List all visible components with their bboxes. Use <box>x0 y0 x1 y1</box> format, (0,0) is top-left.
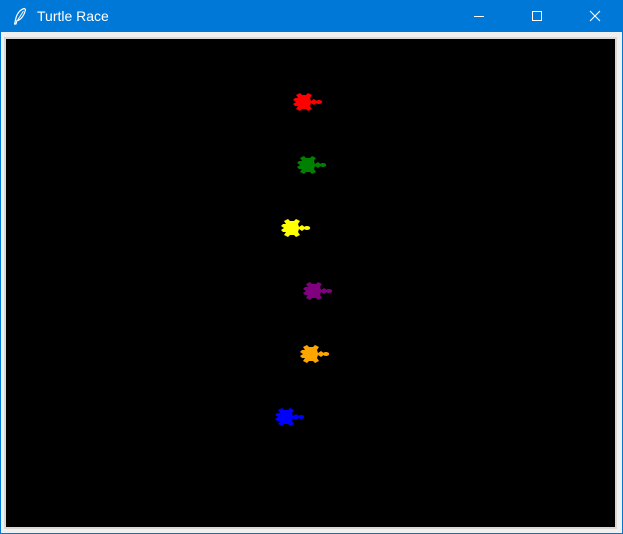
turtle-purple <box>303 282 333 300</box>
minimize-icon <box>474 16 484 17</box>
window-title: Turtle Race <box>37 8 109 24</box>
maximize-button[interactable] <box>508 0 566 32</box>
turtle-blue <box>275 408 305 426</box>
turtle-red <box>293 93 323 111</box>
canvas-frame <box>4 37 617 529</box>
turtle-orange <box>300 345 330 363</box>
minimize-button[interactable] <box>450 0 508 32</box>
feather-icon <box>13 7 27 25</box>
close-icon <box>589 10 601 22</box>
close-button[interactable] <box>566 0 623 32</box>
turtle-canvas[interactable] <box>6 39 615 527</box>
turtle-yellow <box>281 219 311 237</box>
maximize-icon <box>532 11 542 21</box>
title-bar[interactable]: Turtle Race <box>0 0 623 32</box>
window-client-area <box>1 32 622 533</box>
turtle-race-window: Turtle Race <box>0 0 623 534</box>
turtle-green <box>297 156 327 174</box>
